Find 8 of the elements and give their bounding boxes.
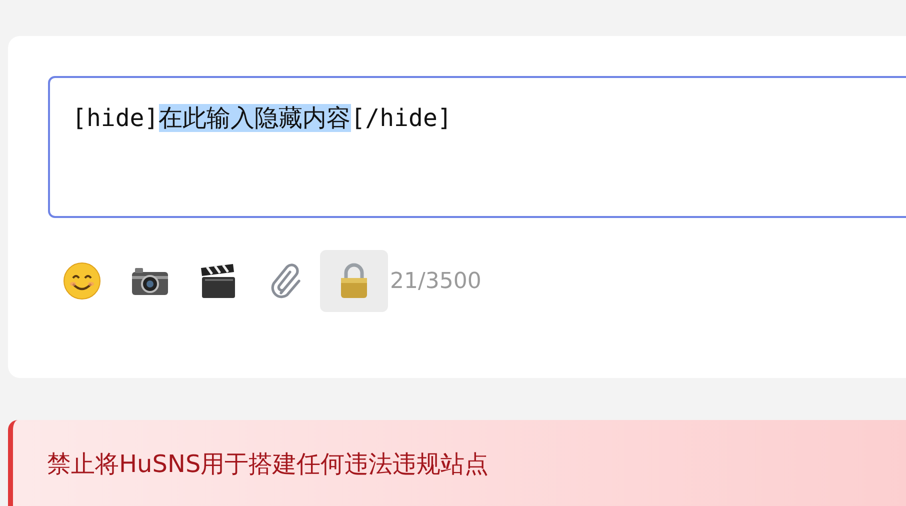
warning-text: 禁止将HuSNS用于搭建任何违法违规站点 [47,450,489,478]
clapperboard-icon [199,263,237,299]
padlock-icon [339,263,369,299]
camera-icon [131,266,169,296]
character-counter: 21/3500 [390,268,482,294]
input-field[interactable]: [hide]在此输入隐藏内容[/hide] [48,76,906,218]
smiley-icon [63,262,101,300]
paperclip-icon [269,263,303,299]
